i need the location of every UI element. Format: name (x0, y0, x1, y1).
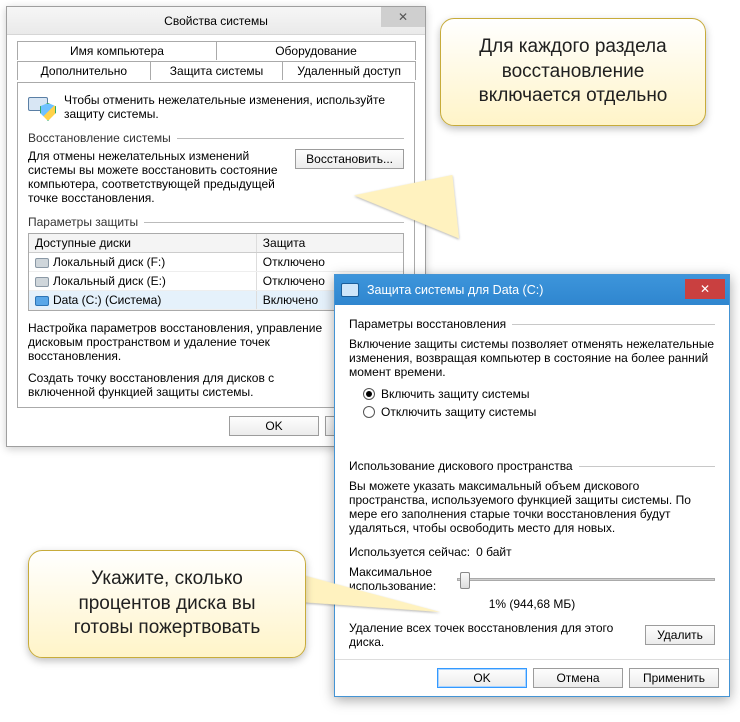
drive-protection: Отключено (257, 253, 403, 271)
drive-name: Локальный диск (E:) (53, 274, 166, 288)
button-label: Восстановить... (306, 152, 393, 166)
radio-enable[interactable]: Включить защиту системы (363, 387, 715, 401)
apply-button[interactable]: Применить (629, 668, 719, 688)
ok-button[interactable]: OK (437, 668, 527, 688)
window-title: Свойства системы (164, 14, 268, 28)
slider-thumb[interactable] (460, 572, 470, 589)
tab-label: Удаленный доступ (297, 64, 401, 78)
section-params-title: Параметры защиты (28, 215, 404, 229)
button-label: OK (473, 671, 490, 685)
radio-label: Отключить защиту системы (381, 405, 536, 419)
shield-icon (28, 93, 56, 121)
tab-label: Имя компьютера (70, 44, 164, 58)
callout-text: Укажите, сколько процентов диска вы гото… (74, 568, 261, 638)
radio-icon (363, 406, 375, 418)
section-restore-title: Восстановление системы (28, 131, 404, 145)
used-label: Используется сейчас: (349, 545, 470, 559)
protection-settings-window: Защита системы для Data (C:) ✕ Параметры… (334, 274, 730, 697)
col-drive: Доступные диски (29, 234, 257, 252)
params-desc: Включение защиты системы позволяет отмен… (349, 337, 715, 379)
button-label: Применить (643, 671, 705, 685)
close-button[interactable]: ✕ (381, 7, 425, 27)
drive-icon (35, 296, 49, 306)
group-restore-params: Параметры восстановления (349, 317, 715, 331)
restore-desc: Для отмены нежелательных изменений систе… (28, 149, 285, 205)
button-label: OK (265, 419, 282, 433)
close-button[interactable]: ✕ (685, 279, 725, 299)
used-value: 0 байт (476, 545, 511, 559)
tab-label: Оборудование (275, 44, 357, 58)
group-label: Параметры восстановления (349, 317, 506, 331)
cancel-button[interactable]: Отмена (533, 668, 623, 688)
radio-icon (363, 388, 375, 400)
tabs: Имя компьютера Оборудование Дополнительн… (17, 41, 415, 83)
close-icon: ✕ (700, 282, 710, 296)
radio-disable[interactable]: Отключить защиту системы (363, 405, 715, 419)
table-row[interactable]: Локальный диск (F:) Отключено (29, 253, 403, 272)
button-label: Отмена (556, 671, 599, 685)
tab-remote[interactable]: Удаленный доступ (282, 61, 416, 80)
delete-button[interactable]: Удалить (645, 625, 715, 645)
create-desc: Создать точку восстановления для дисков … (28, 371, 324, 399)
callout-pointer (353, 175, 459, 249)
disk-desc: Вы можете указать максимальный объем дис… (349, 479, 715, 535)
ok-button[interactable]: OK (229, 416, 319, 436)
drive-name: Data (C:) (Система) (53, 293, 161, 307)
button-label: Удалить (657, 628, 703, 642)
tab-system-protection[interactable]: Защита системы (150, 61, 284, 80)
section-label: Восстановление системы (28, 131, 171, 145)
radio-label: Включить защиту системы (381, 387, 530, 401)
tab-label: Дополнительно (41, 64, 127, 78)
close-icon: ✕ (398, 10, 408, 24)
title-bar[interactable]: Свойства системы ✕ (7, 7, 425, 35)
tab-advanced[interactable]: Дополнительно (17, 61, 151, 80)
delete-desc: Удаление всех точек восстановления для э… (349, 621, 635, 649)
tab-label: Защита системы (170, 64, 263, 78)
drive-icon (35, 258, 49, 268)
restore-button[interactable]: Восстановить... (295, 149, 404, 169)
group-label: Использование дискового пространства (349, 459, 573, 473)
max-usage-slider[interactable] (457, 578, 715, 581)
callout-text: Для каждого раздела восстановление включ… (479, 36, 668, 106)
tab-hardware[interactable]: Оборудование (216, 41, 416, 60)
table-header: Доступные диски Защита (29, 234, 403, 253)
group-disk-usage: Использование дискового пространства (349, 459, 715, 473)
drive-icon (35, 277, 49, 287)
tab-computer-name[interactable]: Имя компьютера (17, 41, 217, 60)
intro-text: Чтобы отменить нежелательные изменения, … (64, 93, 404, 121)
section-label: Параметры защиты (28, 215, 138, 229)
window-title: Защита системы для Data (C:) (367, 283, 543, 297)
title-bar[interactable]: Защита системы для Data (C:) ✕ (335, 275, 729, 305)
configure-desc: Настройка параметров восстановления, упр… (28, 321, 324, 363)
callout-disk-percent: Укажите, сколько процентов диска вы гото… (28, 550, 306, 658)
callout-per-partition: Для каждого раздела восстановление включ… (440, 18, 706, 126)
app-icon (341, 283, 359, 297)
drive-name: Локальный диск (F:) (53, 255, 165, 269)
